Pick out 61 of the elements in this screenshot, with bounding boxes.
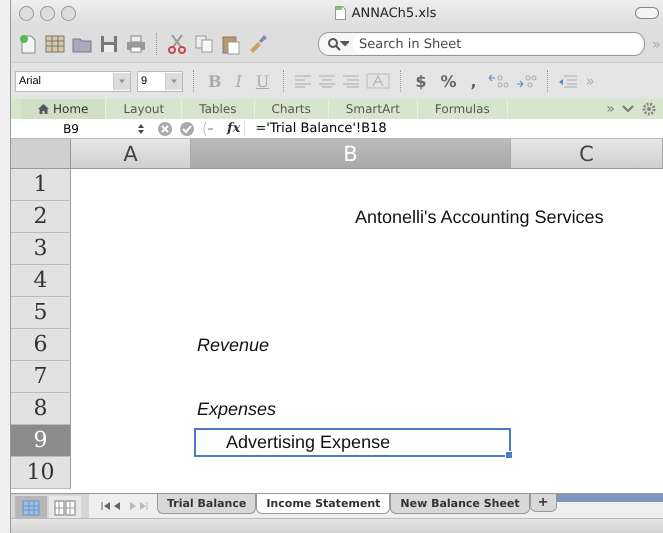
cell-text: Expenses	[197, 398, 276, 420]
stepper-icon[interactable]	[137, 122, 145, 134]
search-icon	[327, 37, 349, 51]
column-header[interactable]: C	[511, 139, 663, 169]
formula-field[interactable]: ='Trial Balance'!B18	[251, 121, 387, 136]
sheet-tab[interactable]: New Balance Sheet	[390, 494, 530, 514]
fill-handle[interactable]	[505, 451, 513, 459]
name-box[interactable]: B9	[11, 122, 131, 136]
sheet-tab[interactable]: Income Statement	[256, 494, 390, 514]
row-header[interactable]: 4	[11, 265, 71, 297]
copy-icon[interactable]	[193, 33, 215, 55]
search-field[interactable]: Search in Sheet	[318, 32, 645, 56]
align-center-icon[interactable]	[318, 74, 336, 88]
cancel-icon[interactable]	[157, 120, 173, 136]
confirm-icon[interactable]	[179, 120, 195, 136]
dropdown-icon	[113, 72, 130, 90]
gallery-icon[interactable]	[44, 33, 66, 55]
number-format-button[interactable]: ,	[466, 72, 481, 90]
row-header[interactable]: 5	[11, 297, 71, 329]
decrease-decimal-icon[interactable]	[514, 73, 537, 89]
row-header[interactable]: 6	[11, 329, 71, 361]
align-left-icon[interactable]	[294, 74, 312, 88]
print-icon[interactable]	[125, 33, 147, 55]
close-button[interactable]	[19, 6, 34, 20]
number-format-button[interactable]: %	[436, 72, 461, 90]
row-header[interactable]: 3	[11, 233, 71, 265]
row-header[interactable]: 2	[11, 201, 71, 233]
add-sheet-button[interactable]: +	[530, 494, 557, 512]
row-header[interactable]: 10	[11, 457, 71, 489]
cell-text: Revenue	[197, 334, 270, 356]
shrink-text-icon[interactable]	[366, 73, 390, 89]
row-header[interactable]: 8	[11, 393, 71, 425]
normal-view-icon[interactable]	[15, 496, 47, 520]
font-size-field[interactable]: 9	[137, 70, 183, 92]
increase-decimal-icon[interactable]	[486, 73, 509, 89]
cell-text: Antonelli's Accounting Services	[355, 206, 604, 228]
function-button[interactable]: fx	[223, 121, 246, 136]
document-icon	[334, 6, 346, 20]
row-header[interactable]: 1	[11, 169, 71, 201]
zoom-button[interactable]	[61, 6, 76, 20]
window-title: ANNACh5.xls	[352, 6, 436, 20]
column-header[interactable]: A	[71, 139, 191, 169]
toolbar-toggle-button[interactable]	[635, 7, 659, 19]
wrap-text-icon[interactable]	[342, 74, 360, 88]
chevron-icon[interactable]	[621, 104, 635, 114]
minimize-button[interactable]	[40, 6, 55, 20]
font-field[interactable]: Arial	[15, 70, 131, 92]
ribbon-tab[interactable]: Home	[21, 99, 106, 119]
save-icon[interactable]	[98, 33, 120, 55]
selected-cell[interactable]: Advertising Expense	[194, 428, 511, 457]
indent-icon[interactable]	[558, 74, 578, 88]
cut-icon[interactable]	[166, 33, 188, 55]
settings-icon[interactable]	[641, 101, 657, 117]
home-icon	[38, 104, 49, 114]
row-header[interactable]: 7	[11, 361, 71, 393]
dropdown-icon	[165, 72, 182, 90]
number-format-button[interactable]: $	[411, 72, 430, 90]
sheet-tab[interactable]: Trial Balance	[157, 494, 256, 514]
select-all-corner[interactable]	[11, 139, 71, 169]
sheet-navigation-icon[interactable]	[101, 501, 149, 511]
page-layout-view-icon[interactable]	[49, 496, 81, 520]
